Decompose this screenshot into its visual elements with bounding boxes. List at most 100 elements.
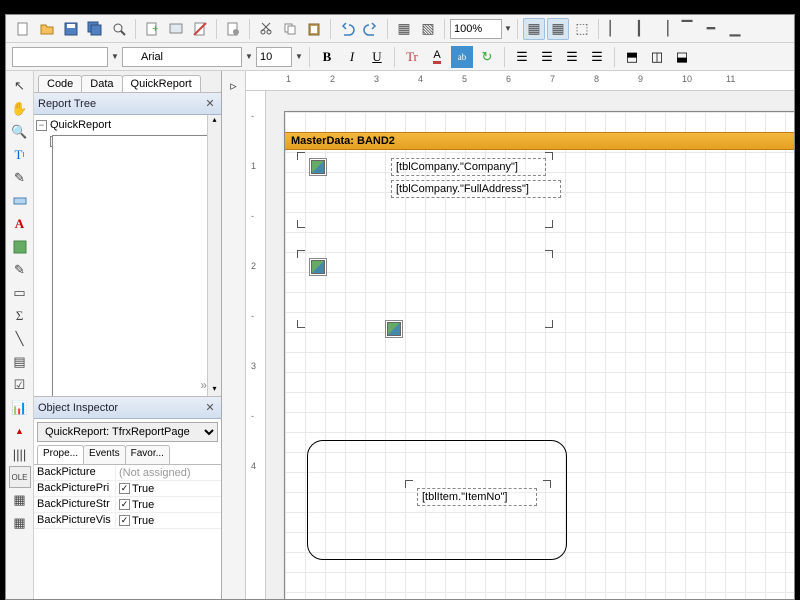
pdf-tool-icon[interactable]: ▲: [9, 420, 31, 442]
cursor-icon[interactable]: ▹: [223, 75, 245, 97]
text-justify-icon[interactable]: ☰: [586, 46, 608, 68]
zoom-dropdown-icon[interactable]: ▼: [504, 24, 512, 33]
left-panel: Code Data QuickReport Report Tree ✕ −Qui…: [34, 71, 222, 599]
tab-favorites[interactable]: Favor...: [125, 445, 170, 464]
align-bottom-icon[interactable]: ▁: [724, 18, 746, 40]
picture-object-2[interactable]: [309, 258, 327, 276]
dbtext-company[interactable]: [tblCompany."Company"]: [391, 158, 546, 176]
band-tool-icon[interactable]: [9, 190, 31, 212]
valign-top-icon[interactable]: ⬒: [621, 46, 643, 68]
hand-tool-icon[interactable]: ✋: [9, 98, 31, 120]
band-header[interactable]: MasterData: BAND2: [285, 132, 794, 150]
align-center-icon[interactable]: ┃: [628, 18, 650, 40]
page-add-icon[interactable]: +: [141, 18, 163, 40]
tab-events[interactable]: Events: [83, 445, 126, 464]
format-tool-icon[interactable]: ✎: [9, 167, 31, 189]
dbtext-fulladdress[interactable]: [tblCompany."FullAddress"]: [391, 180, 561, 198]
ungroup-icon[interactable]: ▧: [417, 18, 439, 40]
report-page[interactable]: MasterData: BAND2 [tblCompany."Company"]…: [284, 111, 794, 599]
checkbox-tool-icon[interactable]: ☑: [9, 374, 31, 396]
canvas-side-toolbar: ▹: [222, 71, 246, 599]
text-left-icon[interactable]: ☰: [511, 46, 533, 68]
property-row[interactable]: BackPicture(Not assigned): [34, 465, 221, 481]
saveall-icon[interactable]: [84, 18, 106, 40]
tab-quickreport[interactable]: QuickReport: [122, 75, 201, 92]
tree-item[interactable]: −QuickReport: [36, 117, 219, 133]
style-select[interactable]: [12, 47, 108, 67]
map-tool-icon[interactable]: ▦: [9, 512, 31, 534]
align-top-icon[interactable]: ▔: [676, 18, 698, 40]
preview-icon[interactable]: [108, 18, 130, 40]
tree-scrollbar[interactable]: ▴ ▾: [207, 115, 221, 396]
size-dropdown-icon[interactable]: ▼: [295, 52, 303, 61]
tree-toggle-icon[interactable]: −: [36, 120, 47, 131]
ole-tool-icon[interactable]: OLE: [9, 466, 31, 488]
dialog-add-icon[interactable]: [165, 18, 187, 40]
text-center-icon[interactable]: ☰: [536, 46, 558, 68]
dbtext-itemno[interactable]: [tblItem."ItemNo"]: [417, 488, 537, 506]
rotate-icon[interactable]: ↻: [476, 46, 498, 68]
save-icon[interactable]: [60, 18, 82, 40]
close-icon[interactable]: ✕: [203, 97, 217, 111]
align-right-icon[interactable]: ▕: [652, 18, 674, 40]
report-tree: −QuickReport−BAND2Shape2_1ADBText5ADBTex…: [34, 115, 221, 397]
fontcond-icon[interactable]: Tr: [401, 46, 423, 68]
undo-icon[interactable]: [336, 18, 358, 40]
font-dropdown-icon[interactable]: ▼: [245, 52, 253, 61]
fontcolor-icon[interactable]: A: [426, 46, 448, 68]
tab-code[interactable]: Code: [38, 75, 82, 92]
highlight-icon[interactable]: ab: [451, 46, 473, 68]
valign-bot-icon[interactable]: ⬓: [671, 46, 693, 68]
picture-object-3[interactable]: [385, 320, 403, 338]
design-surface[interactable]: MasterData: BAND2 [tblCompany."Company"]…: [266, 91, 794, 599]
select-tool-icon[interactable]: ↖: [9, 75, 31, 97]
zoom-tool-icon[interactable]: 🔍: [9, 121, 31, 143]
font-select[interactable]: [122, 47, 242, 67]
tab-data[interactable]: Data: [81, 75, 122, 92]
style-dropdown-icon[interactable]: ▼: [111, 52, 119, 61]
underline-button[interactable]: U: [366, 46, 388, 68]
close-icon[interactable]: ✕: [203, 401, 217, 415]
object-inspector: QuickReport: TfrxReportPage Prope... Eve…: [34, 419, 221, 599]
align-left-icon[interactable]: ▏: [604, 18, 626, 40]
redo-icon[interactable]: [360, 18, 382, 40]
valign-mid-icon[interactable]: ◫: [646, 46, 668, 68]
bold-button[interactable]: B: [316, 46, 338, 68]
snap-icon[interactable]: ⬚: [571, 18, 593, 40]
page-setup-icon[interactable]: [222, 18, 244, 40]
vertical-ruler: -1-2-3-4: [246, 91, 266, 599]
italic-button[interactable]: I: [341, 46, 363, 68]
property-row[interactable]: BackPictureVis✓True: [34, 513, 221, 529]
text-right-icon[interactable]: ☰: [561, 46, 583, 68]
tab-properties[interactable]: Prope...: [37, 445, 84, 464]
copy-icon[interactable]: [279, 18, 301, 40]
open-icon[interactable]: [36, 18, 58, 40]
fontsize-select[interactable]: [256, 47, 292, 67]
paste-icon[interactable]: [303, 18, 325, 40]
text-tool-icon[interactable]: TI: [9, 144, 31, 166]
cut-icon[interactable]: [255, 18, 277, 40]
memo-tool-icon[interactable]: A: [9, 213, 31, 235]
main-toolbar: + ▦ ▧ ▼ ▦ ▦ ⬚ ▏ ┃ ▕ ▔ ━ ▁: [6, 15, 794, 43]
barcode-tool-icon[interactable]: ||||: [9, 443, 31, 465]
sum-tool-icon[interactable]: Σ: [9, 305, 31, 327]
crosstab-tool-icon[interactable]: ▦: [9, 489, 31, 511]
gradient-tool-icon[interactable]: ✎: [9, 259, 31, 281]
grid-icon[interactable]: ▦: [523, 18, 545, 40]
chart-tool-icon[interactable]: 📊: [9, 397, 31, 419]
grid-align-icon[interactable]: ▦: [547, 18, 569, 40]
property-row[interactable]: BackPictureStr✓True: [34, 497, 221, 513]
picture-object[interactable]: [309, 158, 327, 176]
picture-tool-icon[interactable]: [9, 236, 31, 258]
inspector-header: Object Inspector ✕: [34, 397, 221, 419]
line-tool-icon[interactable]: ╲: [9, 328, 31, 350]
subreport-tool-icon[interactable]: ▭: [9, 282, 31, 304]
richtext-tool-icon[interactable]: ▤: [9, 351, 31, 373]
group-icon[interactable]: ▦: [393, 18, 415, 40]
zoom-input[interactable]: [450, 19, 502, 39]
new-icon[interactable]: [12, 18, 34, 40]
property-row[interactable]: BackPicturePri✓True: [34, 481, 221, 497]
align-mid-icon[interactable]: ━: [700, 18, 722, 40]
inspector-object-select[interactable]: QuickReport: TfrxReportPage: [37, 422, 218, 442]
page-del-icon[interactable]: [189, 18, 211, 40]
